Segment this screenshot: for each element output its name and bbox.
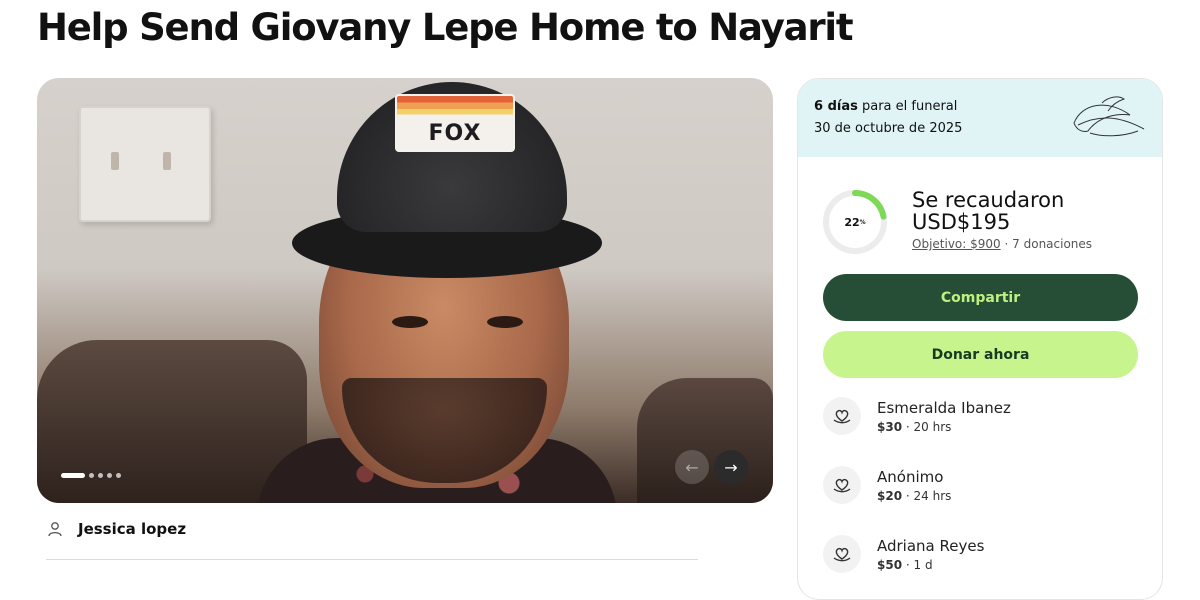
fundraising-progress: 22% Se recaudaron USD$195 Objetivo: $900… xyxy=(822,189,1092,255)
wall-switch-plate xyxy=(79,106,211,222)
carousel-dot[interactable] xyxy=(61,473,85,478)
funeral-days: 6 días xyxy=(814,99,858,114)
person-eye xyxy=(487,316,523,328)
donor-name: Adriana Reyes xyxy=(877,536,985,555)
funeral-days-text: para el funeral xyxy=(861,99,958,114)
carousel-dot[interactable] xyxy=(116,473,121,478)
amount-raised: Se recaudaron USD$195 xyxy=(912,188,1065,234)
goal-link[interactable]: Objetivo: $900 xyxy=(912,237,1001,251)
progress-ring: 22% xyxy=(822,189,888,255)
leaf-icon xyxy=(1073,96,1145,137)
donor-name: Anónimo xyxy=(877,467,944,486)
donation-meta: $30 · 20 hrs xyxy=(877,419,952,434)
carousel-next-button[interactable]: → xyxy=(714,450,748,484)
donate-button[interactable]: Donar ahora xyxy=(823,331,1138,378)
heart-hand-icon xyxy=(823,397,861,435)
arrow-left-icon: ← xyxy=(685,457,699,477)
carousel-dot[interactable] xyxy=(98,473,103,478)
page-title: Help Send Giovany Lepe Home to Nayarit xyxy=(37,6,854,49)
carousel-prev-button[interactable]: ← xyxy=(675,450,709,484)
person-eye xyxy=(392,316,428,328)
donation-meta: $20 · 24 hrs xyxy=(877,488,952,503)
donation-item: Anónimo $20 · 24 hrs xyxy=(823,466,951,504)
goal-and-count: Objetivo: $900 · 7 donaciones xyxy=(912,237,1092,251)
donation-meta: $50 · 1 d xyxy=(877,557,933,572)
donor-name: Esmeralda Ibanez xyxy=(877,398,1011,417)
organizer[interactable]: Jessica lopez xyxy=(46,520,186,538)
donation-sidebar: 6 días para el funeral 30 de octubre de … xyxy=(797,78,1163,600)
heart-hand-icon xyxy=(823,535,861,573)
cap-logo: FOX xyxy=(395,94,515,152)
share-button[interactable]: Compartir xyxy=(823,274,1138,321)
divider xyxy=(46,559,698,560)
donation-count: 7 donaciones xyxy=(1012,237,1093,251)
couch-arm xyxy=(637,378,773,503)
heart-hand-icon xyxy=(823,466,861,504)
carousel-dot[interactable] xyxy=(107,473,112,478)
carousel-indicator xyxy=(61,473,121,478)
organizer-name[interactable]: Jessica lopez xyxy=(78,520,186,538)
campaign-photo[interactable]: FOX ← → xyxy=(37,78,773,503)
donation-item: Esmeralda Ibanez $30 · 20 hrs xyxy=(823,397,1011,435)
funeral-date: 30 de octubre de 2025 xyxy=(814,121,963,136)
arrow-right-icon: → xyxy=(724,457,738,477)
donation-item: Adriana Reyes $50 · 1 d xyxy=(823,535,984,573)
funeral-countdown: 6 días para el funeral xyxy=(814,99,957,114)
progress-percent: 22% xyxy=(844,215,866,229)
user-icon xyxy=(48,522,62,537)
funeral-banner: 6 días para el funeral 30 de octubre de … xyxy=(798,79,1162,157)
carousel-dot[interactable] xyxy=(89,473,94,478)
separator: · xyxy=(1004,237,1009,251)
